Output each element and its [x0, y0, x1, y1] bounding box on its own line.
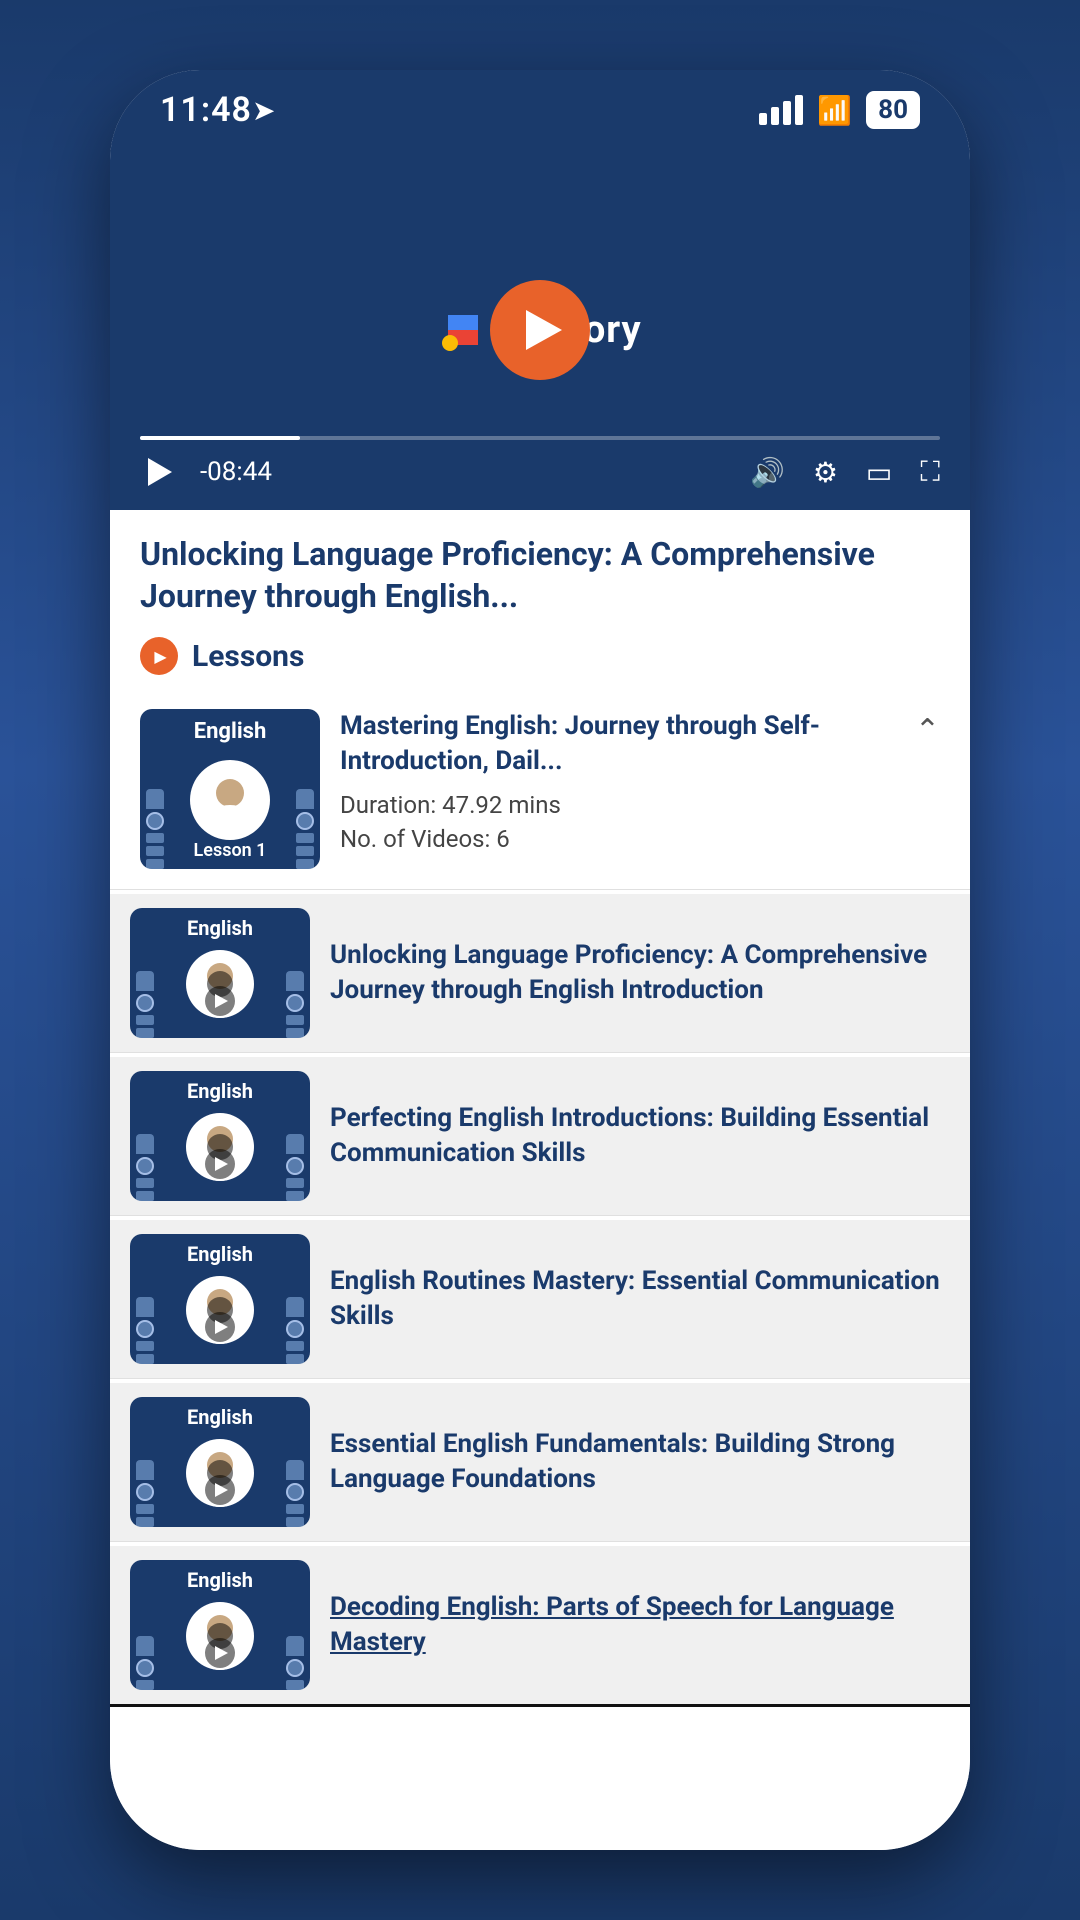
play-overlay-4 — [205, 1475, 235, 1505]
lesson-duration: Duration: 47.92 mins — [340, 791, 895, 819]
play-circle-5 — [205, 1638, 235, 1668]
tower-right-3 — [286, 1297, 304, 1364]
status-icons: 📶 80 — [759, 91, 920, 129]
tower-left-2 — [136, 1134, 154, 1201]
video-player: cu|story -08:44 🔊 ⚙ ▭ ⛶ — [110, 150, 970, 510]
video-title-4: Essential English Fundamentals: Building… — [330, 1427, 950, 1497]
tower-left-1 — [136, 971, 154, 1038]
battery-indicator: 80 — [866, 91, 920, 129]
video-title-3: English Routines Mastery: Essential Comm… — [330, 1264, 950, 1334]
tower-left-3 — [136, 1297, 154, 1364]
play-overlay-2 — [205, 1149, 235, 1179]
location-icon: ➤ — [252, 94, 275, 127]
signal-icon — [759, 95, 803, 125]
lessons-header: Lessons — [110, 627, 970, 689]
play-circle-1 — [205, 986, 235, 1016]
chevron-up-icon: ⌃ — [915, 713, 940, 748]
thumb-english-label: English — [194, 719, 267, 744]
tower-left — [146, 789, 164, 869]
lesson-info: Mastering English: Journey through Self-… — [340, 709, 895, 853]
video-title-5: Decoding English: Parts of Speech for La… — [330, 1590, 950, 1660]
video-progress-bar[interactable] — [140, 436, 940, 440]
tower-left-5 — [136, 1636, 154, 1690]
lesson-videos-count: No. of Videos: 6 — [340, 825, 895, 853]
video-thumbnail-1: English — [130, 908, 310, 1038]
list-item[interactable]: English — [110, 1383, 970, 1542]
lesson-expanded: English — [110, 689, 970, 890]
settings-icon[interactable]: ⚙ — [813, 456, 838, 489]
video-progress-fill — [140, 436, 300, 440]
video-controls: -08:44 🔊 ⚙ ▭ ⛶ — [140, 452, 940, 492]
lesson-title: Mastering English: Journey through Self-… — [340, 709, 895, 779]
play-circle-2 — [205, 1149, 235, 1179]
video-thumbnail-2: English — [130, 1071, 310, 1201]
lessons-icon — [140, 637, 178, 675]
video-thumbnail-3: English — [130, 1234, 310, 1364]
play-circle-4 — [205, 1475, 235, 1505]
lesson-thumbnail[interactable]: English — [140, 709, 320, 869]
video-title-2: Perfecting English Introductions: Buildi… — [330, 1101, 950, 1171]
tower-right-1 — [286, 971, 304, 1038]
volume-icon[interactable]: 🔊 — [750, 456, 785, 489]
vthumb-label-1: English — [187, 916, 253, 940]
lesson-row: English — [140, 709, 940, 869]
vthumb-label-4: English — [187, 1405, 253, 1429]
vthumb-label-3: English — [187, 1242, 253, 1266]
play-pause-button[interactable] — [140, 452, 180, 492]
list-item[interactable]: English — [110, 894, 970, 1053]
phone-frame: 11:48 ➤ 📶 80 cu|story -08:44 — [110, 70, 970, 1850]
fullscreen-icon[interactable]: ⛶ — [920, 455, 940, 489]
avatar-image — [195, 765, 265, 835]
vthumb-label-2: English — [187, 1079, 253, 1103]
cast-icon[interactable]: ▭ — [866, 456, 892, 489]
tower-right-4 — [286, 1460, 304, 1527]
video-thumbnail-5: English — [130, 1560, 310, 1690]
video-control-icons: 🔊 ⚙ ▭ ⛶ — [750, 455, 940, 489]
video-time: -08:44 — [200, 457, 730, 487]
list-item[interactable]: English — [110, 1546, 970, 1707]
collapse-button[interactable]: ⌃ — [915, 709, 940, 748]
video-play-button[interactable] — [490, 280, 590, 380]
lesson-number-label: Lesson 1 — [194, 840, 267, 861]
tower-left-4 — [136, 1460, 154, 1527]
tower-right — [296, 789, 314, 869]
play-overlay-3 — [205, 1312, 235, 1342]
lessons-label: Lessons — [192, 639, 304, 674]
video-thumbnail-4: English — [130, 1397, 310, 1527]
thumb-avatar — [190, 760, 270, 840]
vthumb-label-5: English — [187, 1568, 253, 1592]
wifi-icon: 📶 — [817, 94, 852, 127]
play-circle-3 — [205, 1312, 235, 1342]
list-item[interactable]: English — [110, 1057, 970, 1216]
course-title: Unlocking Language Proficiency: A Compre… — [110, 510, 970, 627]
tower-right-2 — [286, 1134, 304, 1201]
play-overlay-5 — [205, 1638, 235, 1668]
list-item[interactable]: English — [110, 1220, 970, 1379]
content-area: Unlocking Language Proficiency: A Compre… — [110, 510, 970, 1850]
video-title-1: Unlocking Language Proficiency: A Compre… — [330, 938, 950, 1008]
play-overlay-1 — [205, 986, 235, 1016]
tower-right-5 — [286, 1636, 304, 1690]
status-time: 11:48 — [160, 90, 252, 130]
logo-icon — [438, 305, 488, 355]
status-bar: 11:48 ➤ 📶 80 — [110, 70, 970, 150]
video-list: English — [110, 894, 970, 1707]
